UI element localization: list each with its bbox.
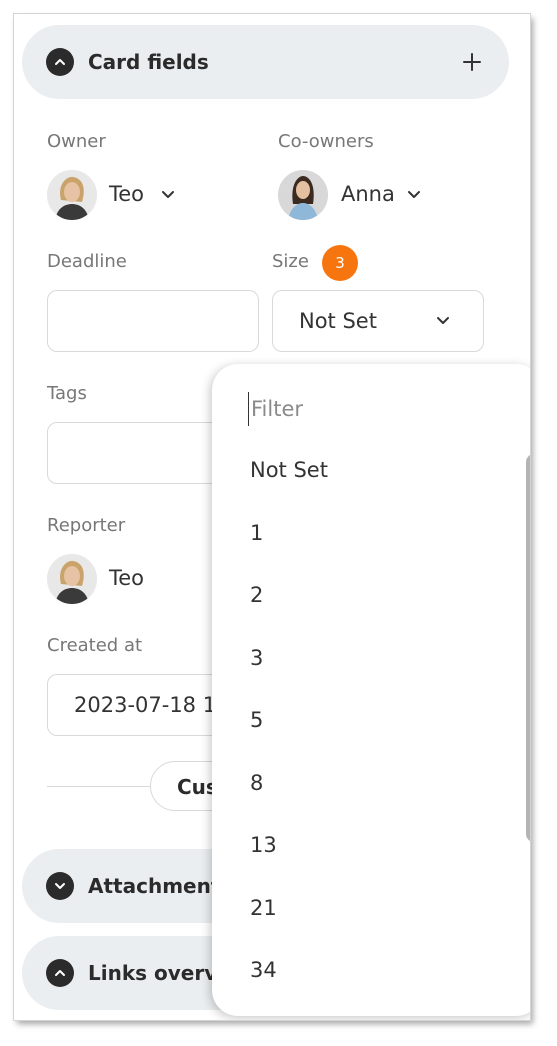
reporter-avatar	[47, 554, 97, 604]
co-owner-chevron-down-icon[interactable]	[406, 187, 422, 203]
card-fields-title: Card fields	[88, 50, 209, 74]
reporter-name: Teo	[109, 566, 145, 590]
deadline-label: Deadline	[47, 251, 127, 272]
co-owners-label: Co-owners	[278, 131, 374, 152]
collapse-chevron-icon[interactable]	[46, 959, 74, 987]
owner-label: Owner	[47, 131, 106, 152]
attachments-title: Attachment	[88, 874, 221, 898]
size-option[interactable]: 2	[250, 583, 263, 607]
links-overview-title: Links overvi	[88, 961, 225, 985]
filter-input[interactable]	[248, 392, 488, 426]
created-at-value: 2023-07-18 14	[74, 693, 230, 717]
size-option[interactable]: 1	[250, 521, 263, 545]
size-dropdown-menu: Not Set 1 2 3 5 8 13 21 34	[212, 364, 530, 1016]
size-chevron-down-icon	[437, 317, 449, 324]
owner-chevron-down-icon[interactable]	[160, 187, 176, 203]
owner-name[interactable]: Teo	[109, 182, 144, 206]
expand-chevron-icon[interactable]	[46, 872, 74, 900]
dropdown-scrollbar[interactable]	[526, 454, 530, 842]
size-option[interactable]: 21	[250, 896, 277, 920]
card-detail-panel: Card fields Owner Teo Co-owners Anna Dea…	[14, 14, 530, 1020]
owner-avatar[interactable]	[47, 170, 97, 220]
size-option[interactable]: 13	[250, 833, 277, 857]
deadline-input[interactable]	[47, 290, 259, 352]
size-option[interactable]: 34	[250, 958, 277, 982]
add-field-plus-icon[interactable]	[461, 51, 483, 73]
size-select[interactable]: Not Set	[272, 290, 484, 352]
reporter-label: Reporter	[47, 515, 126, 536]
tags-label: Tags	[47, 383, 87, 404]
divider-line	[47, 786, 151, 787]
size-label: Size	[272, 251, 309, 272]
size-option[interactable]: Not Set	[250, 458, 328, 482]
co-owner-avatar[interactable]	[278, 170, 328, 220]
collapse-chevron-icon[interactable]	[46, 48, 74, 76]
size-option[interactable]: 8	[250, 771, 263, 795]
card-fields-section-header[interactable]: Card fields	[22, 25, 509, 99]
size-option[interactable]: 3	[250, 646, 263, 670]
size-select-value: Not Set	[299, 309, 377, 333]
size-count-badge: 3	[322, 245, 358, 281]
size-option[interactable]: 5	[250, 708, 263, 732]
created-at-label: Created at	[47, 635, 143, 656]
co-owner-name[interactable]: Anna	[341, 182, 395, 206]
